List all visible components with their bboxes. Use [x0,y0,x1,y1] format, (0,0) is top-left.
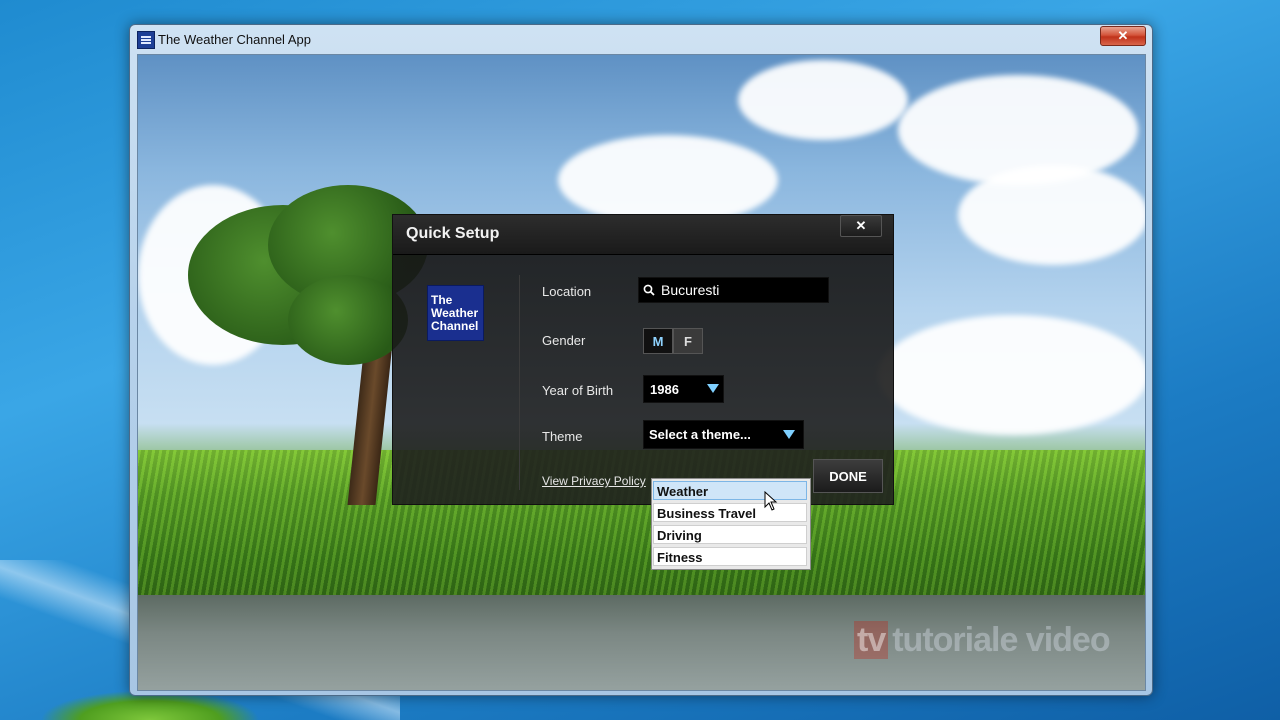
privacy-policy-link[interactable]: View Privacy Policy [542,474,646,488]
location-field[interactable] [638,277,829,303]
theme-placeholder: Select a theme... [649,427,751,442]
year-of-birth-select[interactable]: 1986 [643,375,724,403]
cloud [558,135,778,225]
location-input[interactable] [659,280,823,300]
location-label: Location [542,284,592,299]
theme-option-driving[interactable]: Driving [653,525,807,544]
weather-channel-logo: The Weather Channel [427,285,484,341]
theme-option-fitness[interactable]: Fitness [653,547,807,566]
dropdown-arrow-icon [783,430,795,439]
year-of-birth-label: Year of Birth [542,383,614,398]
vertical-divider [519,275,520,490]
cloud [958,165,1145,265]
done-button[interactable]: DONE [813,459,883,493]
cloud [878,315,1145,435]
theme-label: Theme [542,429,583,444]
gender-female-button[interactable]: F [673,328,703,354]
gender-male-button[interactable]: M [643,328,673,354]
dialog-close-button[interactable]: ✕ [840,215,882,237]
app-content-area: tv tutoriale video Quick Setup ✕ The Weat… [137,54,1146,691]
window-title: The Weather Channel App [158,32,311,47]
year-of-birth-value: 1986 [650,381,679,397]
tree-crown [288,275,408,365]
window-close-button[interactable]: ✕ [1100,26,1146,46]
theme-option-business-travel[interactable]: Business Travel [653,503,807,522]
theme-select[interactable]: Select a theme... [643,420,804,449]
gender-label: Gender [542,333,586,348]
window-titlebar[interactable]: The Weather Channel App ✕ [130,25,1152,53]
quick-setup-dialog: Quick Setup ✕ The Weather Channel Locati… [392,214,894,505]
cloud [738,60,908,140]
mouse-pointer-icon [764,491,778,511]
logo-line: Channel [431,319,479,333]
theme-option-weather[interactable]: Weather [653,481,807,500]
theme-dropdown-list: Weather Business Travel Driving Fitness [651,478,811,570]
dropdown-arrow-icon [707,384,719,393]
weather-channel-app-icon [137,31,155,49]
watermark-logo: tv tutoriale video [854,621,1111,660]
dialog-title: Quick Setup [406,225,500,242]
dialog-header: Quick Setup ✕ [393,215,893,255]
search-icon [643,284,655,296]
gender-toggle: M F [643,328,703,354]
app-window: The Weather Channel App ✕ tv tutoriale vi… [129,24,1153,696]
